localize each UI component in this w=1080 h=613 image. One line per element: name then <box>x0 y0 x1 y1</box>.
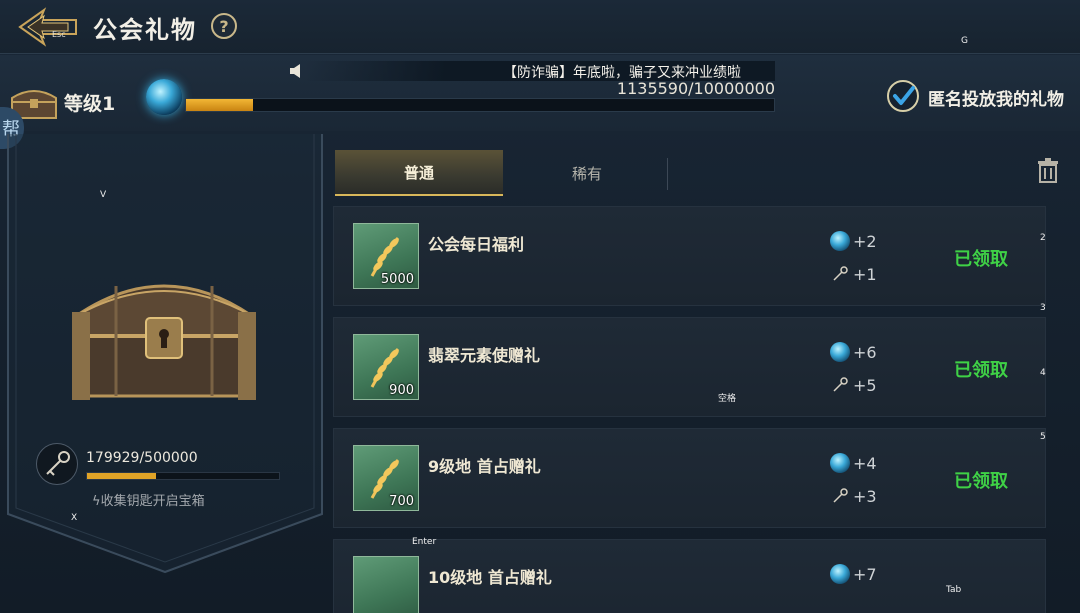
tab-divider <box>667 158 668 190</box>
xp-progress-fill <box>186 99 253 111</box>
v-key-hint: V <box>100 190 107 200</box>
orb-icon <box>830 231 850 251</box>
wheat-icon: 900 <box>353 334 419 400</box>
treasure-chest-icon[interactable] <box>66 256 262 406</box>
esc-key-hint: Esc <box>52 30 66 39</box>
gift-name: 翡翠元素使赠礼 <box>428 346 541 365</box>
gift-tabs: 普通 稀有 <box>335 150 1055 196</box>
gift-row[interactable]: 5000 公会每日福利 +2 +1 已领取 <box>333 206 1046 306</box>
key-reward: +1 <box>830 264 877 284</box>
gift-row[interactable]: 10级地 首占赠礼 +7 <box>333 539 1046 613</box>
item-quantity: 900 <box>389 383 414 398</box>
gift-list[interactable]: 5000 公会每日福利 +2 +1 已领取 900 翡翠元素使赠礼 +6 +5 … <box>333 206 1046 613</box>
wheat-icon: 700 <box>353 445 419 511</box>
wheat-icon: 5000 <box>353 223 419 289</box>
item-quantity: 700 <box>389 494 414 509</box>
key-icon <box>36 443 78 485</box>
orb-icon <box>830 564 850 584</box>
checkmark-icon <box>893 86 915 105</box>
anonymous-label: 匿名投放我的礼物 <box>928 90 1064 110</box>
claimed-status: 已领取 <box>954 249 1008 270</box>
orb-reward: +4 <box>830 453 877 473</box>
tab-rare[interactable]: 稀有 <box>503 150 671 196</box>
help-button[interactable]: ? <box>211 13 237 39</box>
back-arrow-icon <box>18 7 77 47</box>
key-reward: +3 <box>830 486 877 506</box>
g-key-hint: G <box>961 36 968 46</box>
tab-normal[interactable]: 普通 <box>335 150 503 196</box>
key-icon <box>833 377 848 392</box>
tab-key-hint: Tab <box>946 585 962 595</box>
key-hint-4: 4 <box>1040 368 1046 378</box>
orb-reward: +2 <box>830 231 877 251</box>
key-collect-hint: ϟ收集钥匙开启宝箱 <box>92 494 205 509</box>
key-icon <box>833 488 848 503</box>
enter-key-hint: Enter <box>412 537 437 547</box>
orb-reward: +7 <box>830 564 877 584</box>
orb-icon <box>830 342 850 362</box>
key-progress-fill <box>87 473 157 479</box>
orb-icon <box>146 79 182 115</box>
key-hint-3: 3 <box>1040 303 1046 313</box>
xp-count: 1135590/10000000 <box>616 79 775 98</box>
orb-reward: +6 <box>830 342 877 362</box>
item-quantity: 5000 <box>380 272 414 287</box>
page-title: 公会礼物 <box>93 16 197 44</box>
key-icon <box>833 266 848 281</box>
trash-icon[interactable] <box>1034 156 1062 184</box>
claimed-status: 已领取 <box>954 360 1008 381</box>
gift-row[interactable]: 700 9级地 首占赠礼 +4 +3 已领取 <box>333 428 1046 528</box>
key-hint-5: 5 <box>1040 432 1046 442</box>
anonymous-checkbox[interactable] <box>887 80 919 112</box>
wheat-icon <box>353 556 419 613</box>
key-hint-2: 2 <box>1040 233 1046 243</box>
key-count: 179929/500000 <box>86 450 198 466</box>
claimed-status: 已领取 <box>954 471 1008 492</box>
key-reward: +5 <box>830 375 877 395</box>
x-key-hint: X <box>71 513 78 523</box>
question-icon: ? <box>219 16 229 36</box>
space-key-hint: 空格 <box>718 394 737 404</box>
level-label: 等级1 <box>64 93 116 115</box>
gift-name: 公会每日福利 <box>428 235 525 254</box>
gift-row[interactable]: 900 翡翠元素使赠礼 +6 +5 已领取 <box>333 317 1046 417</box>
xp-progress-bar <box>185 98 775 112</box>
key-progress-bar <box>86 472 280 480</box>
speaker-icon <box>290 64 300 78</box>
back-button[interactable] <box>18 6 78 48</box>
orb-icon <box>830 453 850 473</box>
gift-name: 9级地 首占赠礼 <box>428 457 541 476</box>
gift-name: 10级地 首占赠礼 <box>428 568 552 587</box>
